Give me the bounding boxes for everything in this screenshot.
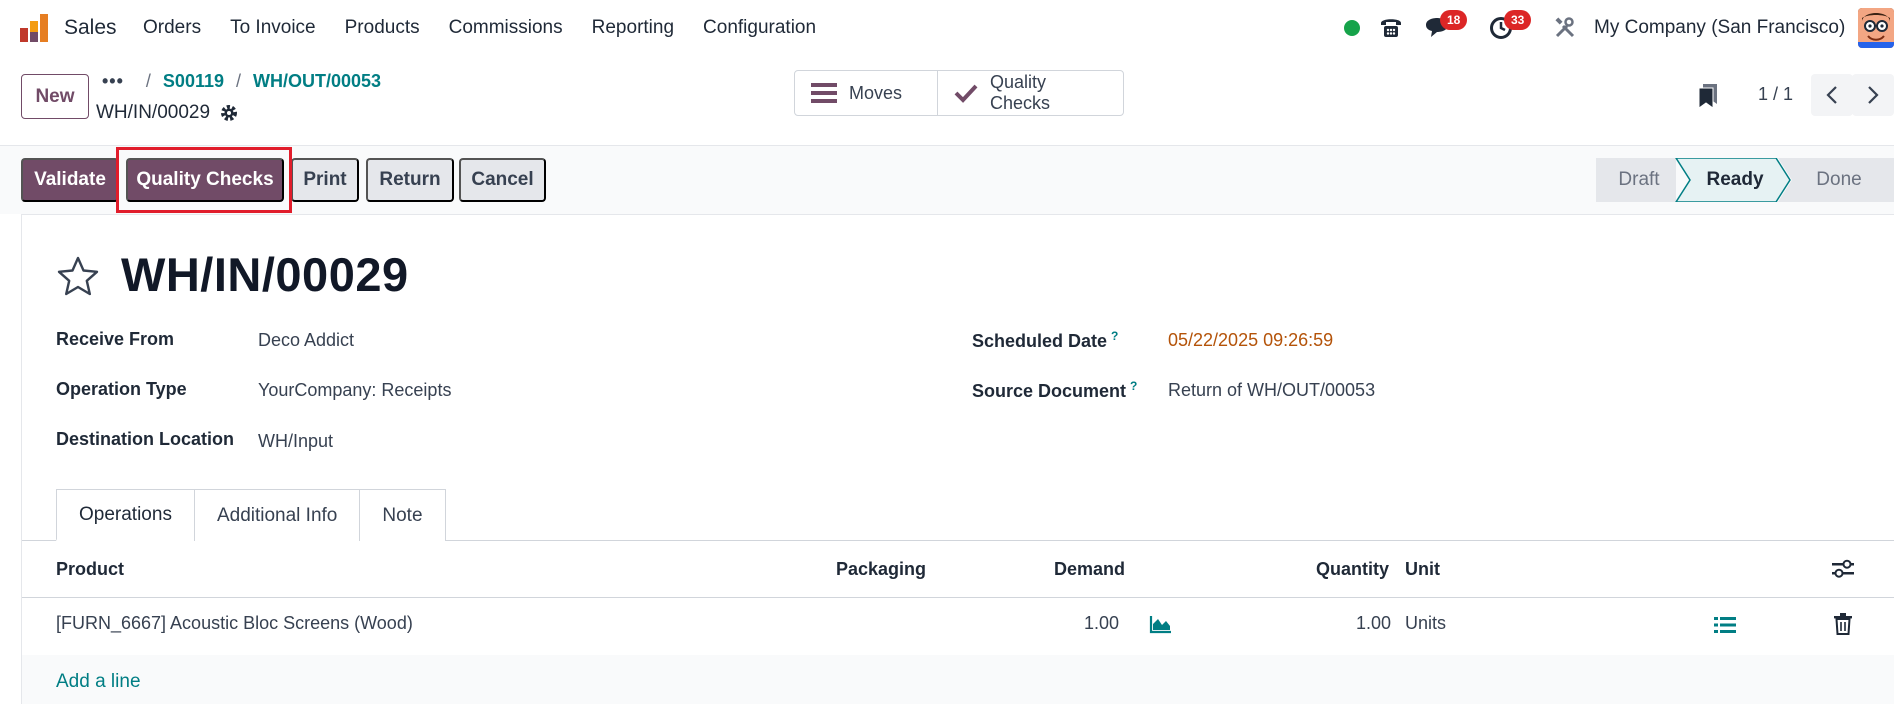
stage-draft[interactable]: Draft [1596,158,1682,202]
sales-app-icon[interactable] [20,14,50,42]
stage-ready[interactable]: Ready [1688,158,1782,202]
row-demand[interactable]: 1.00 [1084,613,1119,634]
column-unit[interactable]: Unit [1405,559,1440,580]
menu-configuration[interactable]: Configuration [703,17,816,39]
breadcrumb-separator: / [145,71,151,91]
detailed-operations-list-icon[interactable] [1714,616,1736,634]
company-switcher[interactable]: My Company (San Francisco) [1594,17,1845,39]
trash-icon[interactable] [1834,613,1852,635]
activities-badge: 33 [1504,10,1532,30]
messages-badge: 18 [1440,10,1468,30]
column-product[interactable]: Product [56,559,124,580]
column-packaging[interactable]: Packaging [836,559,926,580]
new-button[interactable]: New [21,74,89,119]
stage-done[interactable]: Done [1790,158,1888,202]
tab-operations[interactable]: Operations [56,489,195,541]
record-name: WH/IN/00029 [96,102,211,123]
tab-note[interactable]: Note [359,489,446,541]
favorite-star-icon[interactable] [56,255,100,297]
receive-from-label: Receive From [56,329,175,349]
scheduled-date-label-text: Scheduled Date [972,331,1108,351]
scheduled-date-label: Scheduled Date? [972,329,1118,352]
bookmarks-icon[interactable] [1697,82,1719,110]
user-avatar[interactable] [1858,8,1894,48]
optional-columns-icon[interactable] [1832,559,1854,579]
main-menu: Orders To Invoice Products Commissions R… [143,17,845,39]
header-divider [22,597,1894,598]
operation-type-label: Operation Type [56,379,187,399]
cancel-button[interactable]: Cancel [459,158,546,202]
row-unit[interactable]: Units [1405,613,1446,634]
pager-value[interactable]: 1 / 1 [1758,84,1793,105]
debug-tools-icon[interactable] [1553,16,1577,40]
menu-to-invoice[interactable]: To Invoice [230,17,316,39]
table-footer [22,655,1894,704]
breadcrumb-more-icon[interactable]: ••• [102,71,124,92]
destination-location-field[interactable]: WH/Input [258,431,333,452]
validate-button[interactable]: Validate [21,158,119,202]
receive-from-field[interactable]: Deco Addict [258,330,354,351]
current-record: WH/IN/00029 [96,102,238,124]
breadcrumb: ••• / S00119 / WH/OUT/00053 [102,71,381,92]
online-status-dot [1344,20,1360,36]
column-quantity[interactable]: Quantity [1316,559,1389,580]
destination-location-label: Destination Location [56,429,235,449]
help-tooltip-icon[interactable]: ? [1130,379,1137,393]
help-tooltip-icon[interactable]: ? [1111,329,1118,343]
breadcrumb-delivery[interactable]: WH/OUT/00053 [253,71,381,92]
scheduled-date-field[interactable]: 05/22/2025 09:26:59 [1168,330,1333,351]
forecast-chart-icon[interactable] [1149,614,1173,634]
operation-type-field[interactable]: YourCompany: Receipts [258,380,451,401]
tab-additional-info[interactable]: Additional Info [193,489,361,541]
print-button[interactable]: Print [291,158,359,202]
control-panel: New ••• / S00119 / WH/OUT/00053 WH/IN/00… [0,56,1894,146]
source-document-field[interactable]: Return of WH/OUT/00053 [1168,380,1375,401]
quality-checks-button[interactable]: Quality Checks [126,158,284,202]
menu-orders[interactable]: Orders [143,17,201,39]
pager-previous-button[interactable] [1811,74,1853,116]
gear-icon[interactable] [220,104,238,122]
notebook-tabs: Operations Additional Info Note [56,489,446,541]
form-sheet: WH/IN/00029 Receive From Deco Addict Ope… [21,214,1894,704]
moves-smart-button[interactable]: Moves [795,71,937,115]
breadcrumb-sale-order[interactable]: S00119 [163,71,224,92]
record-title: WH/IN/00029 [121,248,409,301]
smart-buttons: Moves Quality Checks [794,70,1124,116]
check-icon [954,83,978,103]
pager-next-button[interactable] [1852,74,1894,116]
breadcrumb-separator: / [236,71,242,91]
row-quantity[interactable]: 1.00 [1356,613,1391,634]
chevron-left-icon [1826,86,1837,104]
add-line-link[interactable]: Add a line [56,671,141,693]
column-demand[interactable]: Demand [1054,559,1125,580]
return-button[interactable]: Return [366,158,454,202]
row-product[interactable]: [FURN_6667] Acoustic Bloc Screens (Wood) [56,613,413,634]
quality-checks-label: Quality Checks [990,72,1051,113]
chevron-right-icon [1868,86,1879,104]
quality-checks-smart-button[interactable]: Quality Checks [937,71,1123,115]
source-document-label: Source Document? [972,379,1137,402]
menu-commissions[interactable]: Commissions [449,17,563,39]
moves-label: Moves [849,82,903,103]
app-name[interactable]: Sales [64,16,117,40]
source-document-label-text: Source Document [972,381,1127,401]
navbar: Sales Orders To Invoice Products Commiss… [0,0,1894,56]
list-icon [811,82,837,104]
menu-products[interactable]: Products [345,17,420,39]
phone-icon[interactable] [1378,14,1404,40]
menu-reporting[interactable]: Reporting [592,17,674,39]
